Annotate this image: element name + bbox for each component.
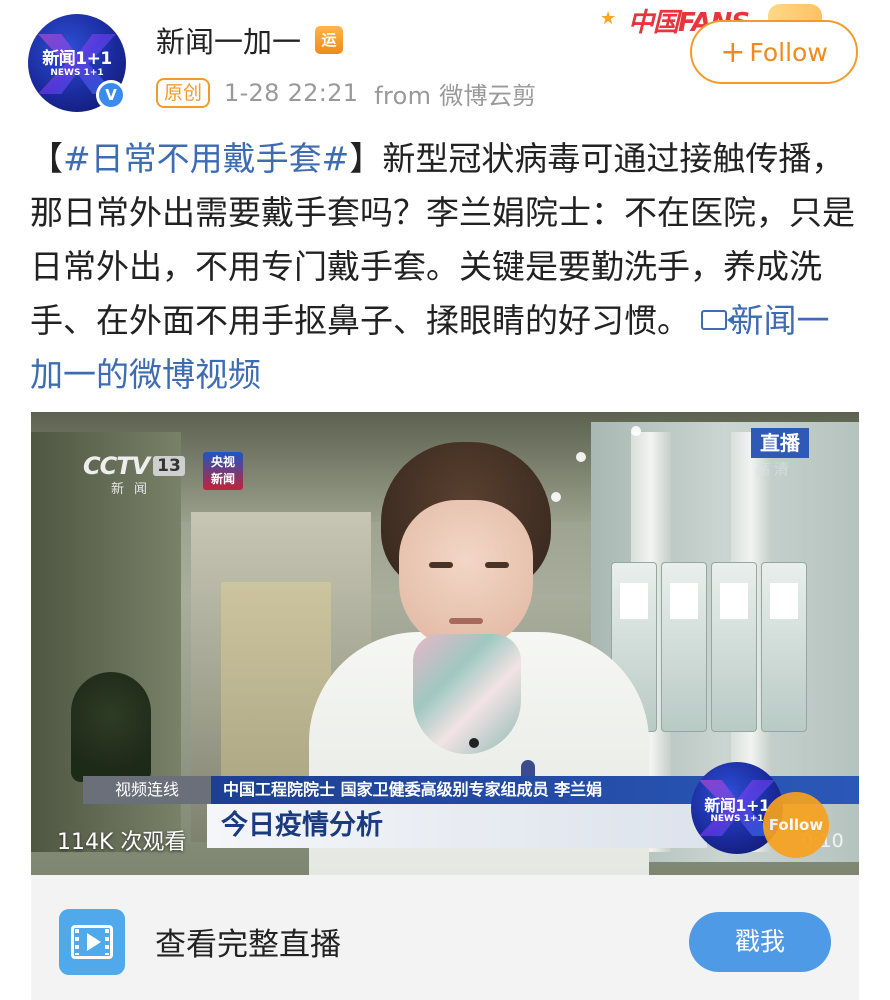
- view-count: 114K 次观看: [57, 830, 187, 855]
- speaker-eye: [485, 562, 509, 568]
- video-scene-kiosk: [711, 562, 757, 732]
- meta-row: 原创 1-28 22:21 from 微博云剪: [156, 76, 536, 110]
- speaker-mouth: [449, 618, 483, 624]
- post-source[interactable]: from 微博云剪: [374, 76, 536, 111]
- avatar-logo-subtext: NEWS 1+1: [50, 68, 104, 78]
- speaker-mic: [469, 738, 479, 748]
- follow-label: Follow: [749, 37, 828, 67]
- speaker-scarf: [413, 634, 521, 754]
- live-badge: 直播: [751, 428, 809, 458]
- yangshi-line2: 新闻: [210, 472, 235, 486]
- topic-hashtag[interactable]: #日常不用戴手套#: [63, 139, 349, 178]
- film-holes: [105, 929, 109, 955]
- video-scene-light: [631, 426, 641, 436]
- cctv-channel-sub: 新闻: [111, 482, 158, 497]
- play-icon: [87, 933, 101, 951]
- level-badge[interactable]: 运: [315, 26, 344, 54]
- avatar-logo-text: 新闻1+1: [42, 49, 112, 69]
- username[interactable]: 新闻一加一: [156, 19, 301, 61]
- cctv-channel-number: 13: [153, 456, 185, 476]
- film-holes: [75, 929, 79, 955]
- post-header: 新闻1+1 NEWS 1+1 V 新闻一加一 运 原创 1-28 22:21 f…: [0, 0, 890, 125]
- cctv-logo-text: CCTV: [83, 452, 150, 480]
- original-badge: 原创: [156, 78, 211, 108]
- verified-check-icon: V: [96, 80, 126, 110]
- yangshi-news-logo: 央视 新闻: [203, 452, 243, 490]
- post-timestamp: 1-28 22:21: [224, 79, 359, 107]
- lower-third-label: 视频连线: [83, 776, 211, 804]
- video-player[interactable]: CCTV 13 新闻 央视 新闻 直播 高清 视频连线 中国工程院院士 国家卫健委…: [31, 412, 859, 875]
- bracket-open: 【: [30, 139, 63, 178]
- bracket-close: 】: [349, 139, 383, 178]
- speaker-face: [399, 500, 533, 650]
- video-scene-plant: [71, 672, 151, 782]
- video-link-icon: [700, 309, 734, 330]
- yangshi-line1: 央视: [210, 455, 235, 469]
- plus-icon: +: [720, 34, 746, 70]
- poke-button[interactable]: 戳我: [689, 912, 831, 972]
- live-badge-sub: 高清: [755, 460, 794, 478]
- full-live-title: 查看完整直播: [155, 927, 341, 963]
- follow-button[interactable]: + Follow: [690, 20, 858, 84]
- speaker-eye: [429, 562, 453, 568]
- video-follow-button[interactable]: Follow: [763, 792, 829, 858]
- full-live-bar[interactable]: 查看完整直播 戳我: [31, 875, 859, 1000]
- name-row: 新闻一加一 运: [156, 19, 344, 61]
- star-icon: ★: [600, 8, 617, 29]
- lower-third-title: 今日疫情分析: [207, 804, 707, 848]
- post-text: 【#日常不用戴手套#】新型冠状病毒可通过接触传播，那日常外出需要戴手套吗？李兰娟…: [30, 132, 860, 402]
- video-scene-kiosk: [761, 562, 807, 732]
- film-play-icon: [59, 909, 125, 975]
